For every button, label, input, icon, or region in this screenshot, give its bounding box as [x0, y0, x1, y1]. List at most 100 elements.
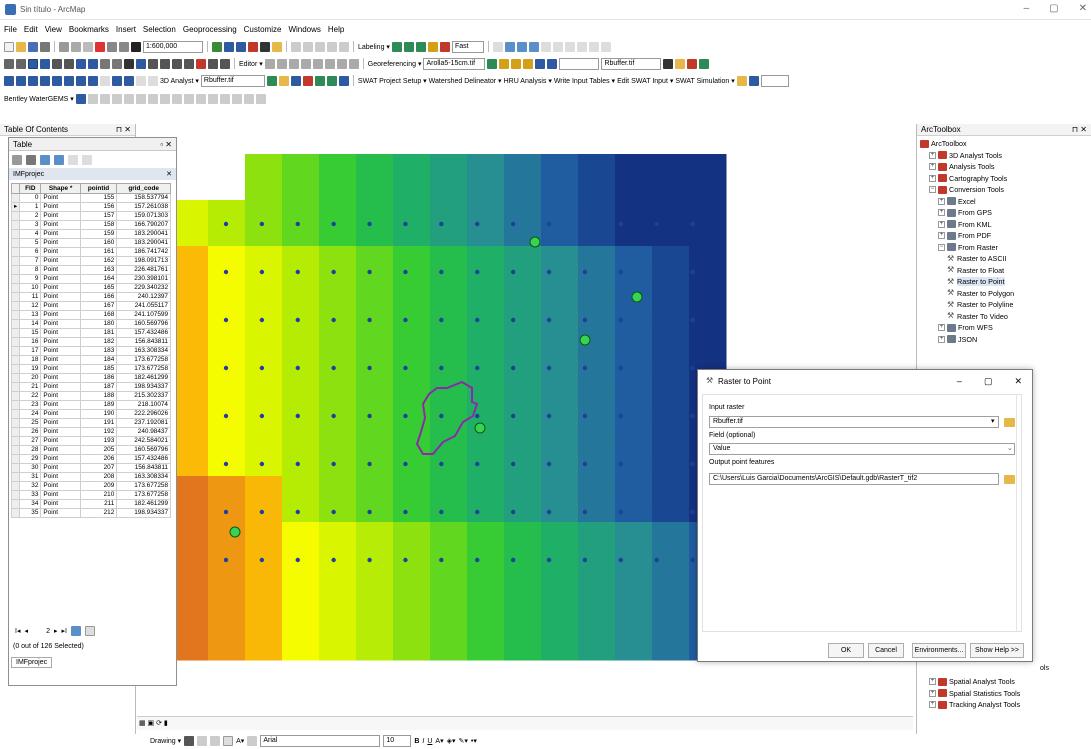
- row-selector[interactable]: [10, 274, 21, 284]
- table-cell[interactable]: 215.302337: [116, 391, 171, 401]
- table-cell[interactable]: Point: [40, 508, 81, 518]
- table-row[interactable]: 2 Point 157 159.071303: [10, 211, 171, 221]
- row-selector[interactable]: [10, 319, 21, 329]
- lock-labels-icon[interactable]: [427, 41, 438, 52]
- attributes-icon[interactable]: [324, 58, 335, 69]
- table-cell[interactable]: 9: [19, 274, 42, 284]
- dialog-maximize-button[interactable]: ▢: [984, 376, 993, 387]
- table-row[interactable]: 24 Point 190 222.296026: [10, 409, 171, 419]
- time-slider-icon[interactable]: [208, 58, 218, 69]
- table-cell[interactable]: 7: [19, 256, 42, 266]
- zoom-in-icon[interactable]: [4, 58, 14, 69]
- catalog-icon[interactable]: [236, 41, 246, 52]
- table-cell[interactable]: Point: [40, 373, 81, 383]
- table-cell[interactable]: 163.308334: [116, 346, 171, 356]
- table-cell[interactable]: Point: [40, 220, 81, 230]
- profile-icon[interactable]: [28, 75, 38, 86]
- table-cell[interactable]: Point: [40, 427, 81, 437]
- table-cell[interactable]: 32: [19, 481, 42, 491]
- expand-toggle-icon[interactable]: +: [938, 232, 945, 240]
- table-row[interactable]: 28 Point 205 160.569796: [10, 445, 171, 455]
- table-cell[interactable]: 242.584021: [116, 436, 171, 446]
- table-cell[interactable]: 182: [79, 337, 118, 347]
- table-cell[interactable]: 156: [79, 202, 118, 212]
- arcscene-icon[interactable]: [112, 75, 122, 86]
- output-browse-icon[interactable]: [1004, 475, 1015, 484]
- table-cell[interactable]: 23: [19, 400, 42, 410]
- cancel-button[interactable]: Cancel: [868, 643, 904, 658]
- arcscene2-icon[interactable]: [136, 75, 146, 86]
- table-cell[interactable]: 237.192081: [116, 418, 171, 428]
- table-cell[interactable]: 180: [79, 319, 118, 329]
- toc-pin-close-icon[interactable]: ⊓ ✕: [116, 125, 131, 134]
- swipe-icon[interactable]: [220, 58, 230, 69]
- row-selector[interactable]: [10, 337, 21, 347]
- clear-selection-table-icon[interactable]: [68, 154, 78, 165]
- row-selector[interactable]: [10, 382, 21, 392]
- row-selector[interactable]: [10, 508, 21, 518]
- select-elements-icon[interactable]: [516, 41, 527, 52]
- bentley-results-icon[interactable]: [219, 93, 230, 104]
- table-cell[interactable]: 198.091713: [116, 256, 171, 266]
- toolbox-item[interactable]: + Cartography Tools: [920, 173, 1088, 185]
- new-icon[interactable]: [4, 41, 14, 52]
- save-icon[interactable]: [28, 41, 38, 52]
- table-cell[interactable]: 229.340232: [116, 283, 171, 293]
- table-cell[interactable]: 33: [19, 490, 42, 500]
- row-selector[interactable]: [10, 436, 21, 446]
- table-cell[interactable]: Point: [40, 445, 81, 455]
- table-cell[interactable]: Point: [40, 310, 81, 320]
- expand-toggle-icon[interactable]: +: [938, 220, 945, 228]
- table-cell[interactable]: Point: [40, 319, 81, 329]
- menu-insert[interactable]: Insert: [116, 25, 136, 34]
- row-selector[interactable]: ▸: [10, 202, 21, 212]
- fill-color-icon[interactable]: ◈▾: [447, 737, 456, 745]
- scale-combo[interactable]: 1:600,000: [143, 40, 203, 53]
- maximize-button[interactable]: ▢: [1049, 3, 1058, 14]
- row-selector[interactable]: [10, 310, 21, 320]
- first-record-icon[interactable]: I◂: [15, 627, 20, 635]
- table-row[interactable]: 23 Point 189 218.10074: [10, 400, 171, 410]
- toolbox-item[interactable]: +3D Analyst Tools: [920, 150, 1088, 162]
- table-cell[interactable]: Point: [40, 247, 81, 257]
- modelbuilder-icon[interactable]: [272, 41, 282, 52]
- table-cell[interactable]: 212: [79, 508, 118, 518]
- full-extent-icon[interactable]: [40, 58, 50, 69]
- row-selector[interactable]: [10, 220, 21, 230]
- table-cell[interactable]: 240.12397: [116, 292, 171, 302]
- table-cell[interactable]: 166: [79, 292, 118, 302]
- raster-layer-combo[interactable]: Rbuffer.tif: [601, 57, 662, 70]
- table-cell[interactable]: 183.290041: [116, 229, 171, 239]
- dialog-scrollbar[interactable]: [1016, 395, 1022, 631]
- table-row[interactable]: 16 Point 182 156.843811: [10, 337, 171, 347]
- table-cell[interactable]: 35: [19, 508, 42, 518]
- related-tables-icon[interactable]: [26, 154, 36, 165]
- table-cell[interactable]: Point: [40, 436, 81, 446]
- table-cell[interactable]: 14: [19, 319, 42, 329]
- table-cell[interactable]: 191: [79, 418, 118, 428]
- toolbox-item[interactable]: + From KML: [920, 219, 1088, 231]
- row-selector[interactable]: [10, 499, 21, 509]
- swat-project-setup-menu[interactable]: SWAT Project Setup ▾: [358, 77, 427, 85]
- surface-icon[interactable]: [88, 75, 98, 86]
- bentley-scenario-icon[interactable]: [243, 93, 254, 104]
- table-cell[interactable]: 156.843811: [116, 337, 171, 347]
- los-icon[interactable]: [326, 75, 337, 86]
- edit-swat-input-menu[interactable]: Edit SWAT Input ▾: [617, 77, 673, 85]
- georef-combo-blank[interactable]: [559, 57, 600, 70]
- toolbox-item[interactable]: + From PDF: [920, 230, 1088, 242]
- row-selector[interactable]: [10, 355, 21, 365]
- expand-toggle-icon[interactable]: +: [938, 335, 945, 343]
- table-cell[interactable]: Point: [40, 490, 81, 500]
- identify-icon[interactable]: [136, 58, 146, 69]
- table-cell[interactable]: Point: [40, 346, 81, 356]
- hru-analysis-menu[interactable]: HRU Analysis ▾: [504, 77, 552, 85]
- table-cell[interactable]: Point: [40, 337, 81, 347]
- row-selector[interactable]: [10, 346, 21, 356]
- rectangle-icon[interactable]: [223, 736, 234, 746]
- georef-shift-icon[interactable]: [511, 58, 522, 69]
- label-priority-icon[interactable]: [403, 41, 414, 52]
- interpolate-icon[interactable]: [16, 75, 26, 86]
- bentley-help-icon[interactable]: [255, 93, 266, 104]
- table-cell[interactable]: 161: [79, 247, 118, 257]
